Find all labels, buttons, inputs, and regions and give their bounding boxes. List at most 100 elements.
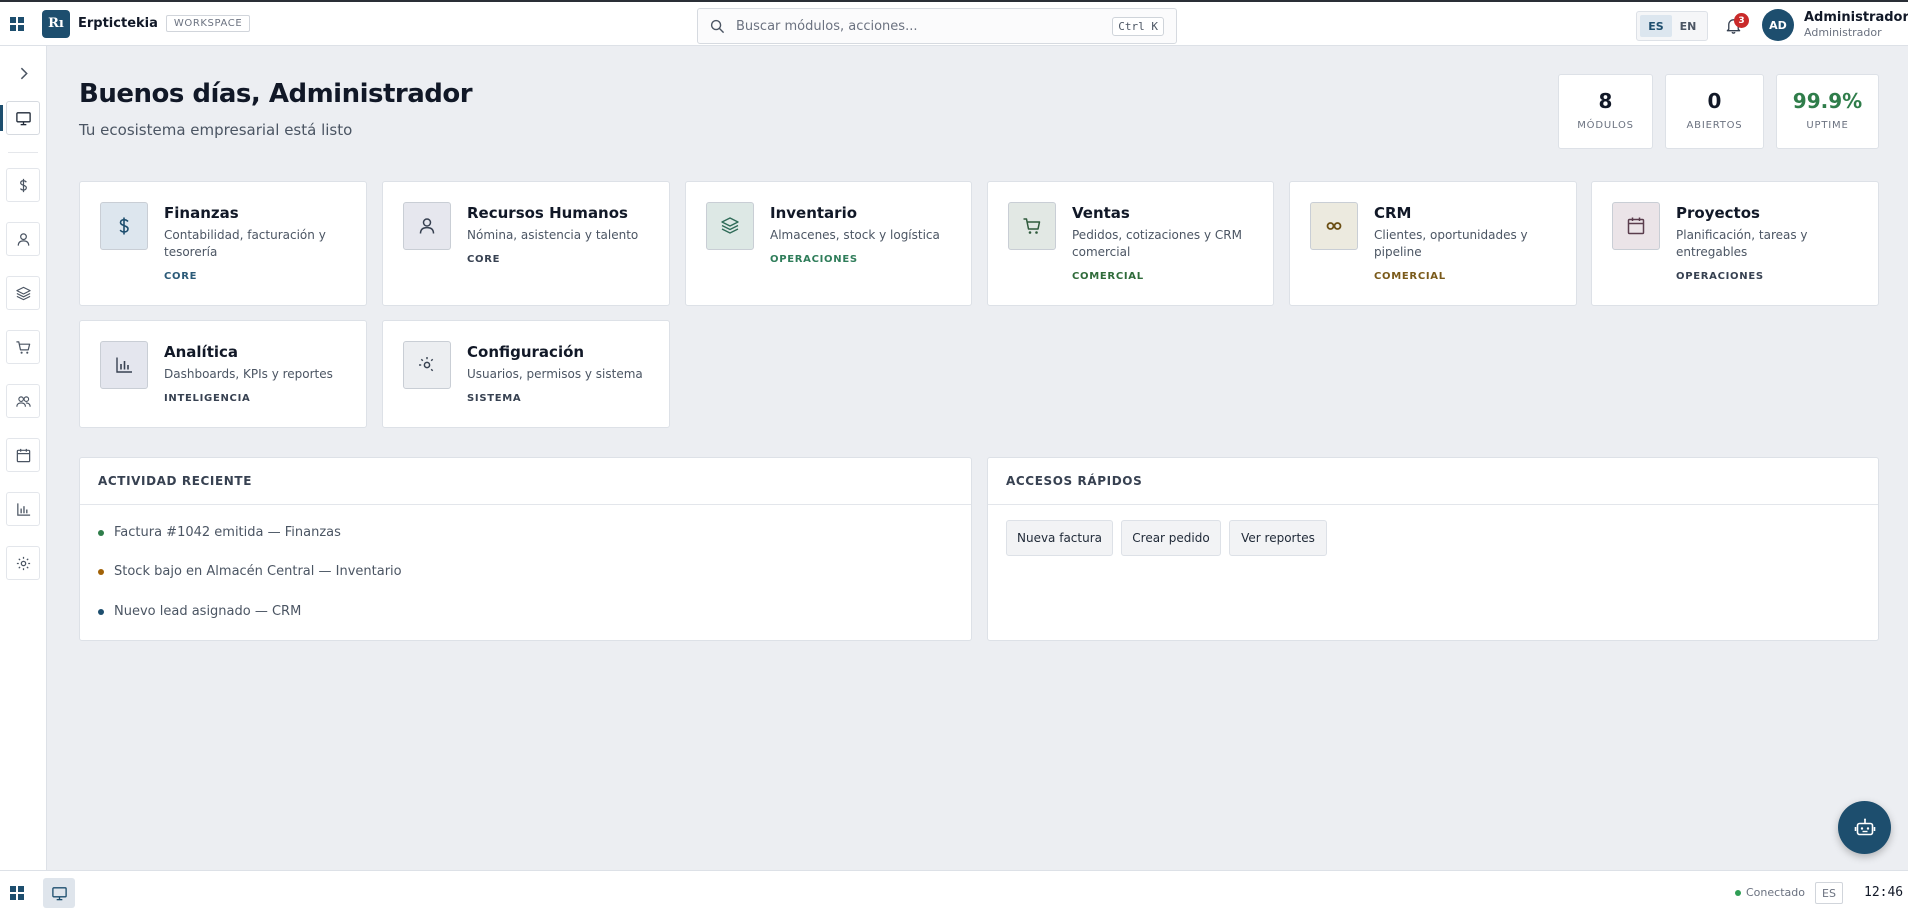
module-icon-box — [1008, 202, 1056, 250]
stat-value: 0 — [1707, 89, 1722, 113]
module-tag: COMERCIAL — [1072, 271, 1144, 282]
module-card-finanzas[interactable]: Finanzas Contabilidad, facturación y tes… — [79, 181, 367, 306]
top-bar: Rı Erptictekia WORKSPACE Buscar módulos,… — [0, 0, 1908, 46]
view-reports-button[interactable]: Ver reportes — [1229, 520, 1327, 556]
module-card-ventas[interactable]: Ventas Pedidos, cotizaciones y CRM comer… — [987, 181, 1274, 306]
module-title: Finanzas — [164, 204, 239, 222]
module-icon-box — [100, 341, 148, 389]
module-card-analitica[interactable]: Analítica Dashboards, KPIs y reportes IN… — [79, 320, 367, 428]
monitor-icon — [51, 886, 67, 900]
dollar-icon — [119, 217, 129, 235]
module-icon-box — [403, 202, 451, 250]
module-icon-box — [1310, 202, 1358, 250]
lang-es-button[interactable]: ES — [1640, 15, 1672, 37]
module-card-rrhh[interactable]: Recursos Humanos Nómina, asistencia y ta… — [382, 181, 670, 306]
module-title: Configuración — [467, 343, 585, 361]
app-logo[interactable]: Rı — [42, 9, 70, 38]
taskbar-dashboard-button[interactable] — [43, 878, 75, 908]
activity-dot — [98, 529, 104, 536]
activity-dot — [98, 568, 104, 575]
module-tag: CORE — [467, 254, 501, 265]
module-description: Nómina, asistencia y talento — [467, 228, 639, 242]
clock: 12:46 — [1864, 885, 1904, 900]
module-icon-box — [1612, 202, 1660, 250]
grid-icon[interactable] — [10, 886, 24, 900]
module-description: Almacenes, stock y logística — [770, 228, 940, 242]
app-name: Erptictekia — [78, 16, 158, 31]
stat-label: UPTIME — [1806, 120, 1849, 131]
app-grid-button[interactable] — [0, 2, 34, 46]
stat-label: ABIERTOS — [1686, 120, 1743, 131]
user-menu[interactable]: Administrador Administrador — [1804, 10, 1908, 40]
activity-item[interactable]: Stock bajo en Almacén Central — Inventar… — [98, 564, 402, 579]
module-card-configuracion[interactable]: Configuración Usuarios, permisos y siste… — [382, 320, 670, 428]
notifications-button[interactable]: 3 — [1723, 12, 1749, 36]
grid-icon — [10, 16, 24, 31]
activity-item[interactable]: Factura #1042 emitida — Finanzas — [98, 525, 341, 540]
monitor-icon — [15, 111, 31, 125]
sidebar-item-crm[interactable] — [6, 384, 40, 418]
sidebar-item-ventas[interactable] — [6, 330, 40, 364]
user-icon — [17, 232, 29, 246]
new-invoice-button[interactable]: Nueva factura — [1006, 520, 1113, 556]
module-title: Proyectos — [1676, 204, 1760, 222]
search-input[interactable]: Buscar módulos, acciones... Ctrl K — [697, 8, 1177, 44]
module-title: Analítica — [164, 343, 239, 361]
taskbar: Conectado ES 12:46 — [0, 870, 1908, 915]
module-description: Planificación, tareas y entregables — [1676, 228, 1808, 259]
activity-text: Stock bajo en Almacén Central — Inventar… — [114, 564, 402, 579]
recent-activity-panel: ACTIVIDAD RECIENTE Factura #1042 emitida… — [79, 457, 972, 641]
sidebar-item-configuracion[interactable] — [6, 546, 40, 580]
module-icon-box — [403, 341, 451, 389]
page-subtitle: Tu ecosistema empresarial está listo — [79, 121, 353, 139]
search-placeholder: Buscar módulos, acciones... — [736, 18, 918, 34]
sidebar-item-rrhh[interactable] — [6, 222, 40, 256]
panel-title: ACTIVIDAD RECIENTE — [80, 458, 971, 505]
connection-status: Conectado — [1735, 886, 1805, 899]
module-tag: COMERCIAL — [1374, 271, 1446, 282]
avatar[interactable]: AD — [1762, 9, 1794, 41]
user-role: Administrador — [1804, 26, 1882, 39]
module-card-crm[interactable]: CRM Clientes, oportunidades y pipeline C… — [1289, 181, 1577, 306]
module-icon-box — [706, 202, 754, 250]
cart-icon — [1023, 218, 1041, 234]
notification-badge: 3 — [1734, 13, 1749, 28]
sidebar-item-finanzas[interactable] — [6, 168, 40, 202]
lang-en-button[interactable]: EN — [1672, 15, 1704, 37]
user-icon — [419, 218, 435, 234]
language-switch[interactable]: ES EN — [1636, 11, 1708, 41]
module-icon-box — [100, 202, 148, 250]
module-card-inventario[interactable]: Inventario Almacenes, stock y logística … — [685, 181, 972, 306]
search-shortcut: Ctrl K — [1112, 16, 1164, 36]
cart-icon — [15, 340, 30, 354]
panel-title: ACCESOS RÁPIDOS — [988, 458, 1878, 505]
sidebar-item-dashboard[interactable] — [6, 101, 40, 135]
page-title: Buenos días, Administrador — [79, 79, 473, 109]
module-tag: SISTEMA — [467, 393, 522, 404]
stat-value: 8 — [1598, 89, 1613, 113]
layers-icon — [721, 217, 739, 234]
stat-uptime: 99.9% UPTIME — [1776, 74, 1879, 149]
quick-access-panel: ACCESOS RÁPIDOS Nueva factura Crear pedi… — [987, 457, 1879, 641]
activity-text: Factura #1042 emitida — Finanzas — [114, 525, 341, 540]
workspace-badge: WORKSPACE — [165, 15, 251, 32]
sidebar-toggle-button[interactable] — [6, 56, 40, 90]
taskbar-language[interactable]: ES — [1815, 882, 1843, 904]
module-description: Pedidos, cotizaciones y CRM comercial — [1072, 228, 1242, 259]
module-title: CRM — [1374, 204, 1412, 222]
activity-item[interactable]: Nuevo lead asignado — CRM — [98, 604, 301, 619]
calendar-icon — [16, 448, 30, 462]
sidebar-item-inventario[interactable] — [6, 276, 40, 310]
sidebar-item-proyectos[interactable] — [6, 438, 40, 472]
assistant-button[interactable] — [1838, 801, 1891, 854]
module-card-proyectos[interactable]: Proyectos Planificación, tareas y entreg… — [1591, 181, 1879, 306]
module-title: Recursos Humanos — [467, 204, 628, 222]
users-icon — [15, 395, 31, 407]
module-tag: OPERACIONES — [1676, 271, 1764, 282]
status-dot — [1735, 889, 1741, 896]
sidebar-item-analitica[interactable] — [6, 492, 40, 526]
activity-dot — [98, 608, 104, 615]
stat-value: 99.9% — [1792, 89, 1863, 113]
create-order-button[interactable]: Crear pedido — [1121, 520, 1221, 556]
module-tag: OPERACIONES — [770, 254, 858, 265]
